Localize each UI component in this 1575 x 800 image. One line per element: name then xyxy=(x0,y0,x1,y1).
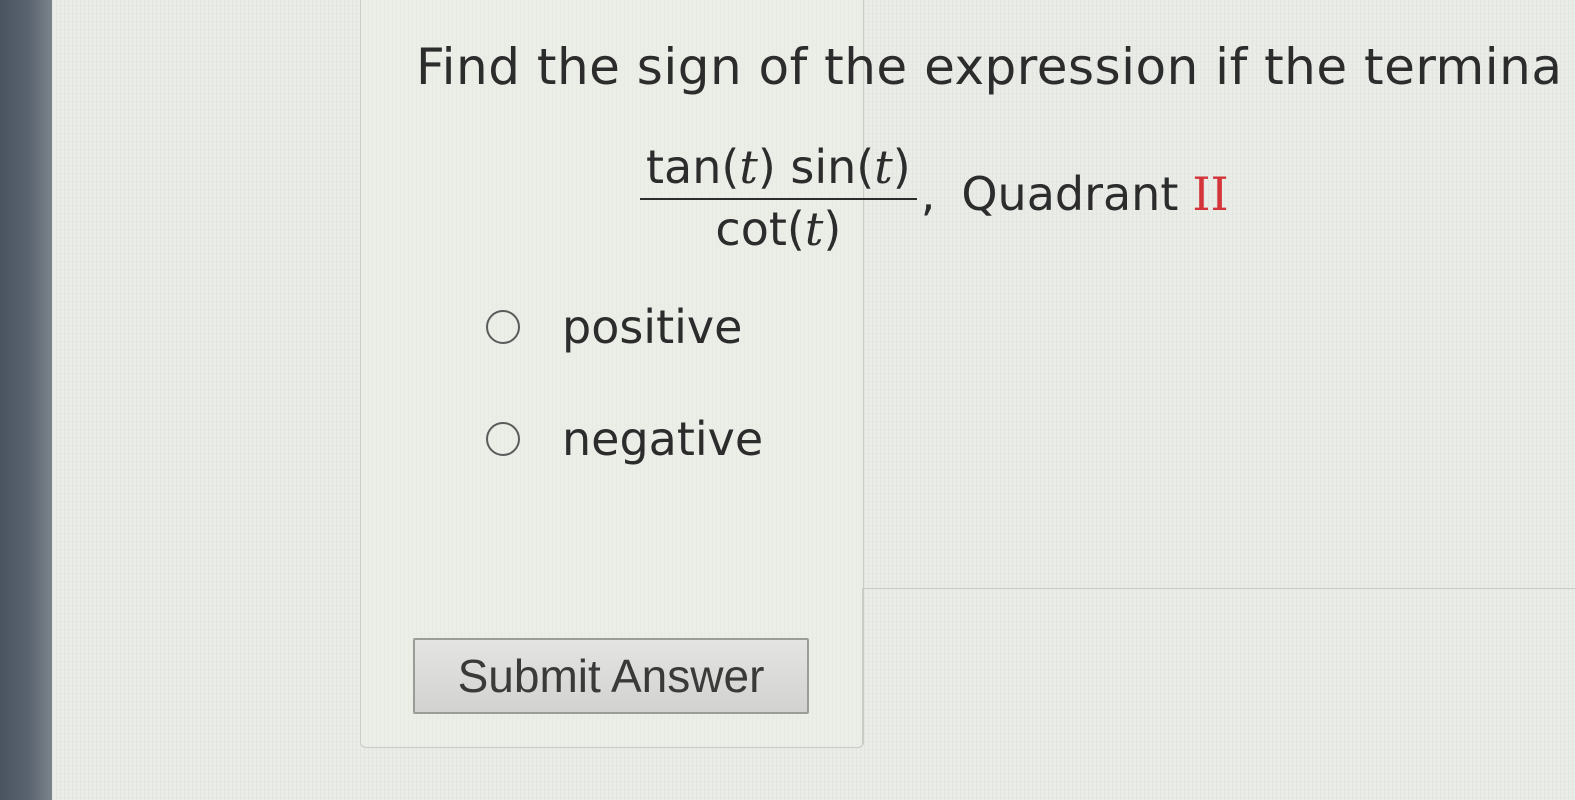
fraction: tan(t) sin(t) cot(t) xyxy=(640,140,917,256)
question-prompt: Find the sign of the expression if the t… xyxy=(416,38,1563,96)
option-positive-label: positive xyxy=(562,300,743,354)
content-divider-vertical xyxy=(862,588,863,746)
window-left-edge xyxy=(0,0,52,800)
radio-negative[interactable] xyxy=(486,422,520,456)
submit-answer-button[interactable]: Submit Answer xyxy=(413,638,809,714)
quadrant-label: Quadrant II xyxy=(961,167,1228,221)
fraction-denominator: cot(t) xyxy=(715,202,842,256)
quadrant-numeral: II xyxy=(1192,167,1229,221)
question-panel xyxy=(360,0,864,748)
radio-positive[interactable] xyxy=(486,310,520,344)
option-negative[interactable]: negative xyxy=(486,412,763,466)
fraction-numerator: tan(t) sin(t) xyxy=(640,140,917,200)
math-expression: tan(t) sin(t) cot(t) , Quadrant II xyxy=(640,140,1229,256)
content-divider xyxy=(862,588,1575,589)
expression-separator: , xyxy=(920,167,936,221)
option-positive[interactable]: positive xyxy=(486,300,742,354)
quadrant-word: Quadrant xyxy=(961,167,1179,221)
option-negative-label: negative xyxy=(562,412,764,466)
